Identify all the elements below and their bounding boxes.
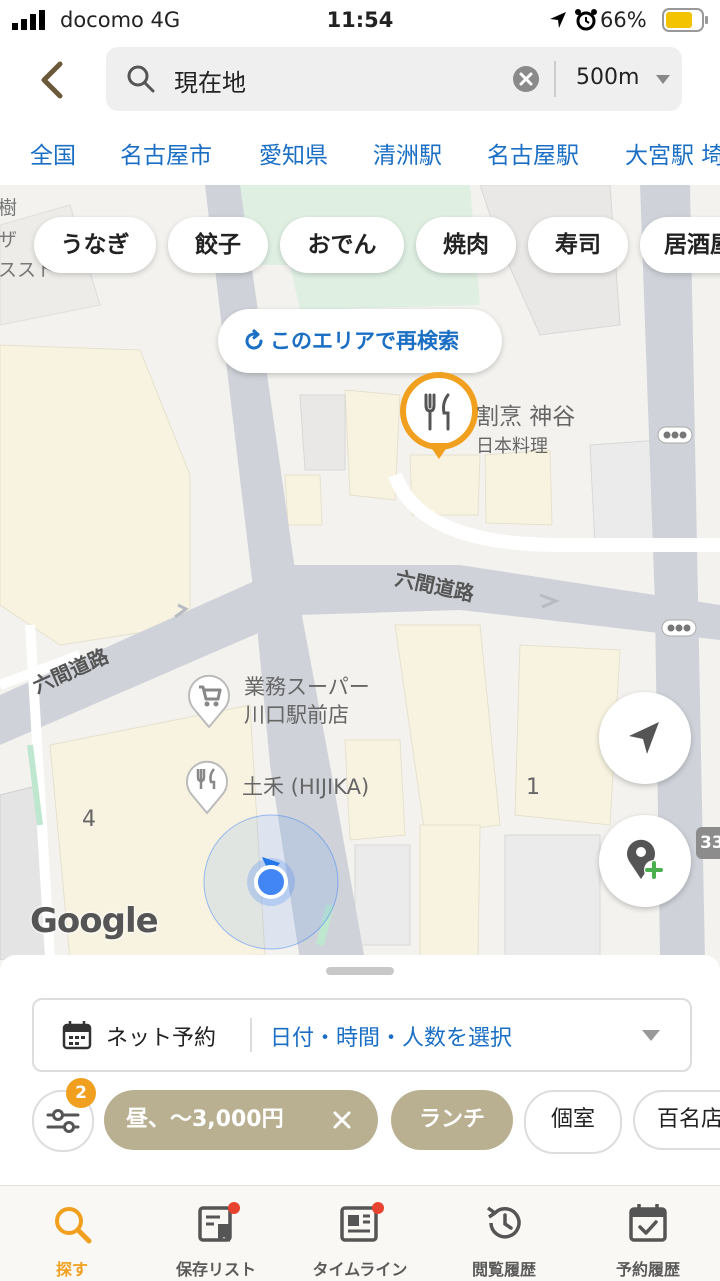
calendar-check-icon (629, 1204, 667, 1242)
block-number: 4 (82, 807, 96, 832)
filter-chip-lunch-budget[interactable]: 昼、～3,000円 (104, 1090, 378, 1150)
bottom-sheet: ネット予約 日付・時間・人数を選択 2 昼、～3,000円 ランチ 個室 百名店 (0, 955, 720, 1185)
tab-search[interactable]: 探す (0, 1186, 144, 1281)
area-link[interactable]: 名古屋駅 (487, 136, 579, 170)
sheet-handle[interactable] (326, 967, 394, 975)
timeline-icon (340, 1202, 384, 1242)
filter-chip-private-room[interactable]: 個室 (524, 1090, 622, 1154)
filter-count-badge: 2 (66, 1078, 96, 1108)
calendar-icon (62, 1021, 92, 1050)
tab-saved-list[interactable]: 保存リスト (144, 1186, 288, 1281)
supermarket-label: 業務スーパー 川口駅前店 (244, 675, 370, 727)
search-icon (127, 65, 155, 93)
filter-chip-lunch[interactable]: ランチ (391, 1090, 513, 1150)
restaurant-name: 割烹 神谷 (476, 404, 576, 430)
back-arrow-icon[interactable] (36, 60, 68, 100)
cuisine-chip[interactable]: うなぎ (34, 217, 156, 273)
restaurant-poi-icon[interactable] (184, 759, 230, 815)
bookmark-list-icon (198, 1202, 240, 1242)
route-badge: 33 (696, 827, 720, 859)
clear-icon[interactable] (512, 65, 540, 93)
cuisine-chip[interactable]: 餃子 (168, 217, 268, 273)
cuisine-chip[interactable]: 寿司 (528, 217, 628, 273)
close-icon[interactable] (332, 1110, 352, 1130)
area-link[interactable]: 大宮駅 埼 (625, 136, 720, 170)
sliders-icon (46, 1109, 80, 1133)
tab-bar: 探す 保存リスト タイムライン 閲覧履歴 予約履歴 (0, 1185, 720, 1281)
area-link[interactable]: 清洲駅 (373, 136, 442, 170)
shopping-cart-icon[interactable] (186, 673, 232, 729)
research-label: このエリアで再検索 (270, 329, 459, 353)
google-logo: Google (30, 901, 159, 941)
navigation-arrow-icon (629, 722, 659, 754)
add-pin-button[interactable] (599, 815, 691, 907)
location-arrow-icon (550, 12, 566, 28)
research-area-button[interactable]: このエリアで再検索 (218, 309, 502, 373)
cuisine-chip[interactable]: 焼肉 (416, 217, 516, 273)
filter-chip-hyakumeiten[interactable]: 百名店 (633, 1090, 720, 1150)
cuisine-chip[interactable]: 居酒屋 (640, 217, 720, 273)
current-location-button[interactable] (599, 692, 691, 784)
reservation-label: ネット予約 (106, 1026, 217, 1051)
map-label: 樹 (0, 197, 18, 219)
restaurant-marker[interactable] (398, 371, 480, 463)
area-link[interactable]: 名古屋市 (120, 136, 212, 170)
restaurant2-label: 土禾 (HIJIKA) (242, 775, 370, 799)
status-bar: docomo 4G 11:54 66% (0, 0, 720, 40)
filter-chip-label: 昼、～3,000円 (126, 1107, 284, 1132)
tab-label: タイムライン (312, 1260, 408, 1279)
alarm-icon (575, 9, 597, 31)
search-icon (55, 1207, 92, 1244)
divider (250, 1018, 252, 1052)
reservation-selector[interactable]: ネット予約 日付・時間・人数を選択 (32, 998, 692, 1072)
refresh-icon (245, 329, 263, 350)
divider (554, 61, 556, 97)
map-view[interactable]: 六間道路 六間道路 樹 ザ ススト 4 1 33 うなぎ 餃子 おでん 焼肉 寿… (0, 185, 720, 960)
battery-percent: 66% (600, 8, 647, 32)
tab-timeline[interactable]: タイムライン (288, 1186, 432, 1281)
battery-icon (662, 8, 708, 32)
tab-label: 予約履歴 (615, 1260, 680, 1279)
radius-select[interactable]: 500m (576, 65, 639, 90)
tab-browsing-history[interactable]: 閲覧履歴 (432, 1186, 576, 1281)
chevron-down-icon (642, 1030, 660, 1041)
tab-label: 保存リスト (175, 1260, 256, 1279)
search-bar[interactable]: 現在地 500m (106, 47, 682, 111)
restaurant-genre: 日本料理 (476, 436, 548, 457)
tab-label: 探す (55, 1260, 88, 1279)
area-link[interactable]: 全国 (30, 136, 76, 170)
map-label: ザ (0, 229, 18, 251)
search-input[interactable]: 現在地 (174, 63, 246, 98)
history-icon (486, 1206, 521, 1239)
search-header: 現在地 500m 全国 名古屋市 愛知県 清洲駅 名古屋駅 大宮駅 埼 (0, 40, 720, 185)
tab-label: 閲覧履歴 (471, 1260, 536, 1279)
cuisine-chip[interactable]: おでん (280, 217, 404, 273)
reservation-date-time-select[interactable]: 日付・時間・人数を選択 (270, 1020, 512, 1052)
add-location-pin-icon (627, 839, 664, 880)
filter-button[interactable]: 2 (32, 1078, 96, 1152)
tab-reservation-history[interactable]: 予約履歴 (576, 1186, 720, 1281)
block-number: 1 (526, 775, 540, 800)
area-link[interactable]: 愛知県 (259, 136, 328, 170)
chevron-down-icon (656, 75, 670, 84)
